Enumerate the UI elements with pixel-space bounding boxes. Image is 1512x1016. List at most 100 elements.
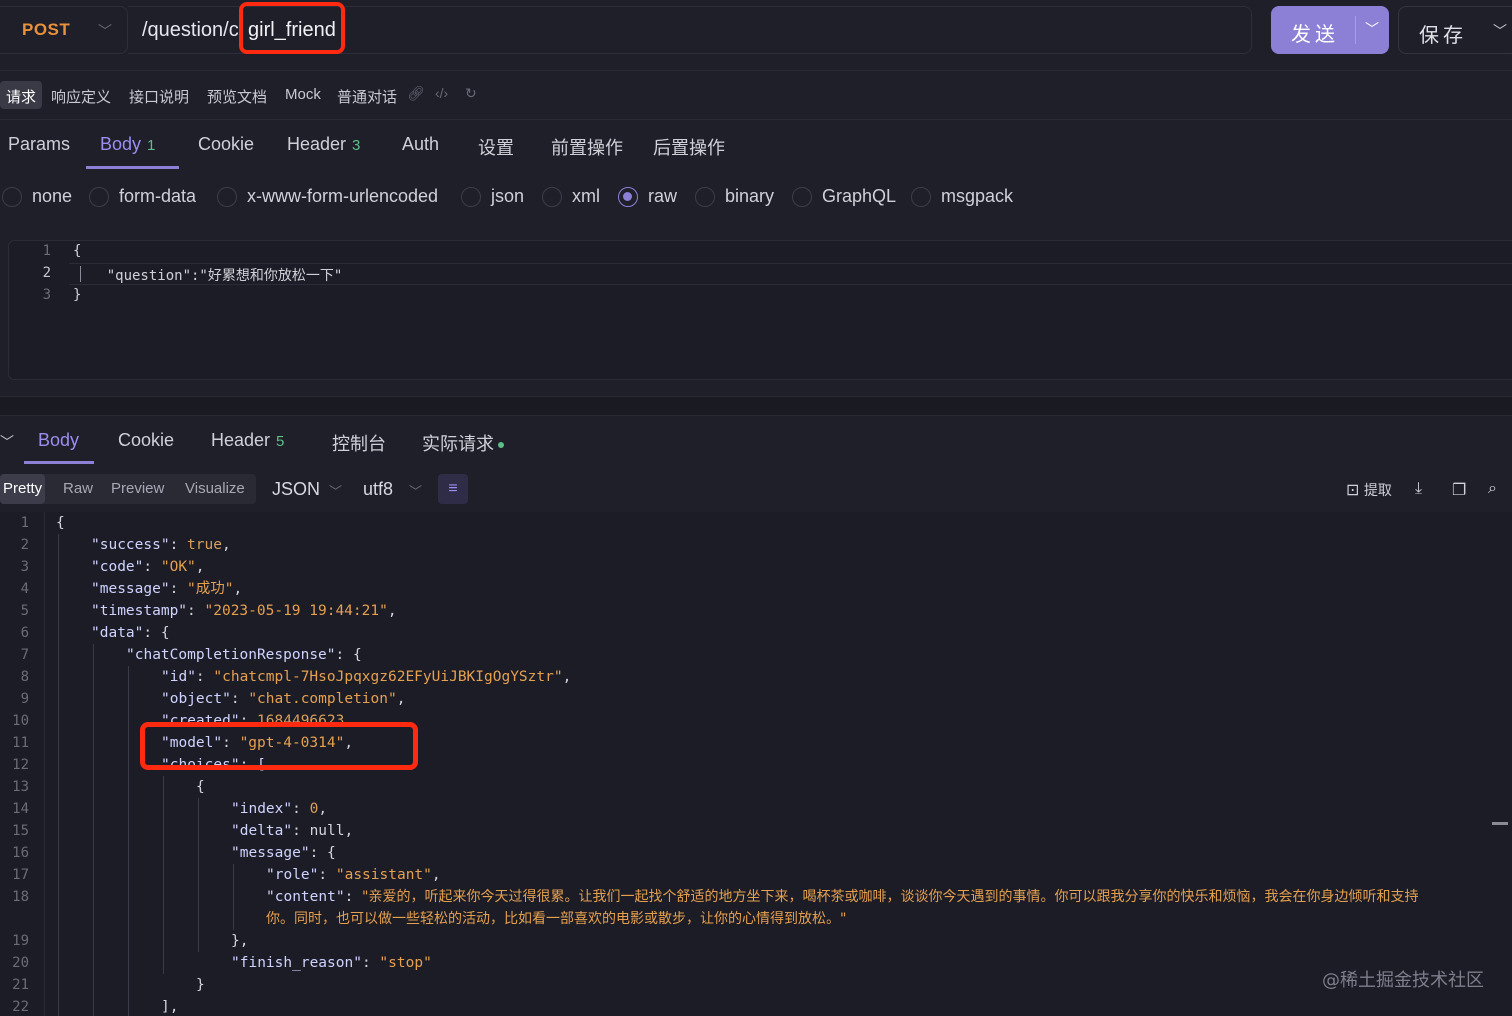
radio-label: GraphQL [822,186,897,206]
tab-pre-actions[interactable]: 前置操作 [551,134,623,160]
collapse-chevron-icon[interactable]: ﹀ [0,432,14,452]
watermark: @稀土掘金技术社区 [1322,970,1484,991]
request-body-editor[interactable]: 1 { 2 "question":"好累想和你放松一下" 3 } [8,240,1512,380]
subtab-normal-dialog[interactable]: 普通对话 [337,81,397,109]
radio-selected-icon [618,186,638,207]
copy-icon[interactable]: ❐ [1452,480,1466,500]
subtab-response-definition[interactable]: 响应定义 [51,81,111,109]
chevron-down-icon[interactable]: ﹀ [1493,21,1507,41]
download-icon[interactable]: ⤓ [1415,480,1422,498]
code-text: "delta": null, [231,823,354,839]
code-icon[interactable]: ‹/› [435,85,448,101]
view-pretty[interactable]: Pretty [0,474,46,504]
panel-divider[interactable] [0,396,1512,416]
line-number: 15 [12,823,29,839]
tab-params[interactable]: Params [8,134,70,155]
word-wrap-icon[interactable]: ≡ [438,474,468,504]
radio-raw[interactable]: raw [618,186,677,207]
send-button[interactable]: 发送 ﹀ [1271,6,1389,54]
request-url-bar: POST ﹀ /question/c girl_friend 发送 ﹀ 保存 ﹀ [0,0,1512,66]
chevron-down-icon[interactable]: ﹀ [1365,19,1379,39]
history-icon[interactable]: ↻ [465,85,477,102]
save-button[interactable]: 保存 ﹀ [1398,6,1512,54]
chevron-down-icon: ﹀ [98,23,112,39]
link-icon[interactable]: 🔗︎ [407,85,425,102]
code-line: 20 "finish_reason": "stop" [0,952,1512,974]
code-line: 7 "chatCompletionResponse": { [0,644,1512,666]
tab-actual-request[interactable]: 实际请求 [422,430,504,456]
radio-graphql[interactable]: GraphQL [792,186,896,207]
tab-console[interactable]: 控制台 [332,430,386,456]
code-text: "object": "chat.completion", [161,691,406,707]
radio-circle-icon [217,186,237,207]
chevron-down-icon[interactable]: ﹀ [409,481,422,500]
radio-form-data[interactable]: form-data [89,186,196,207]
tab-body[interactable]: Body 1 [100,134,155,155]
subtab-request[interactable]: 请求 [0,81,43,109]
encoding-select[interactable]: utf8 [363,479,393,500]
code-line: 4 "message": "成功", [0,578,1512,600]
chevron-down-icon[interactable]: ﹀ [329,481,342,500]
subtab-preview-docs[interactable]: 预览文档 [207,81,267,109]
line-number: 21 [12,977,29,993]
code-line: 14 "index": 0, [0,798,1512,820]
tab-auth[interactable]: Auth [402,134,439,155]
tab-cookie[interactable]: Cookie [198,134,254,155]
code-text: } [196,977,205,993]
line-number: 17 [12,867,29,883]
line-number: 4 [20,581,29,597]
scrollbar-thumb[interactable] [1492,822,1508,825]
code-line: 2 "success": true, [0,534,1512,556]
code-text: }, [231,933,249,949]
code-line: 22], [0,996,1512,1016]
radio-label: x-www-form-urlencoded [247,186,439,206]
tab-response-cookie[interactable]: Cookie [118,430,174,451]
line-number: 7 [20,647,29,663]
code-text: { [73,243,82,259]
line-number: 13 [12,779,29,795]
code-line: 8 "id": "chatcmpl-7HsoJpqxgz62EFyUiJBKIgO… [0,666,1512,688]
format-select[interactable]: JSON [272,479,320,500]
search-icon[interactable]: ⌕ [1488,480,1497,498]
method-select[interactable]: POST ﹀ [0,6,128,54]
code-text: "success": true, [91,537,231,553]
line-number: 11 [12,735,29,751]
line-number: 19 [12,933,29,949]
view-raw[interactable]: Raw [63,480,93,497]
response-body-viewer[interactable]: 1{ 2 "success": true, 3 "code": "OK", 4 "me… [0,512,1512,1016]
request-tabs: Params Body 1 Cookie Header 3 Auth 设置 前置操作… [0,120,1512,172]
status-dot-icon [498,442,504,449]
view-preview[interactable]: Preview [111,480,164,497]
tab-settings[interactable]: 设置 [478,134,514,160]
extract-label: 提取 [1363,482,1392,498]
send-label: 发送 [1291,24,1339,46]
tab-post-actions[interactable]: 后置操作 [653,134,725,160]
code-line: 9 "object": "chat.completion", [0,688,1512,710]
extract-button[interactable]: ⊡ 提取 [1346,480,1392,500]
tab-body-label: Body [100,134,142,154]
line-number: 18 [12,889,29,905]
code-text: "message": { [231,845,336,861]
tab-response-header[interactable]: Header 5 [211,430,284,451]
tab-body-count: 1 [147,137,156,154]
subtab-api-description[interactable]: 接口说明 [129,81,189,109]
radio-binary[interactable]: binary [695,186,774,207]
line-number: 3 [42,287,51,303]
radio-label: form-data [119,186,197,206]
view-visualize[interactable]: Visualize [185,480,245,497]
line-number: 3 [20,559,29,575]
tab-response-body[interactable]: Body [38,430,79,451]
line-number: 14 [12,801,29,817]
radio-json[interactable]: json [461,186,524,207]
view-mode-group: Pretty Raw Preview Visualize [0,474,256,504]
subtab-mock[interactable]: Mock [285,81,321,109]
send-divider [1355,16,1356,44]
line-number: 5 [20,603,29,619]
radio-none[interactable]: none [2,186,72,207]
radio-label: binary [725,186,775,206]
code-line: 17 "role": "assistant", [0,864,1512,886]
tab-header[interactable]: Header 3 [287,134,360,155]
radio-msgpack[interactable]: msgpack [911,186,1013,207]
radio-x-www-form-urlencoded[interactable]: x-www-form-urlencoded [217,186,438,207]
radio-xml[interactable]: xml [542,186,600,207]
